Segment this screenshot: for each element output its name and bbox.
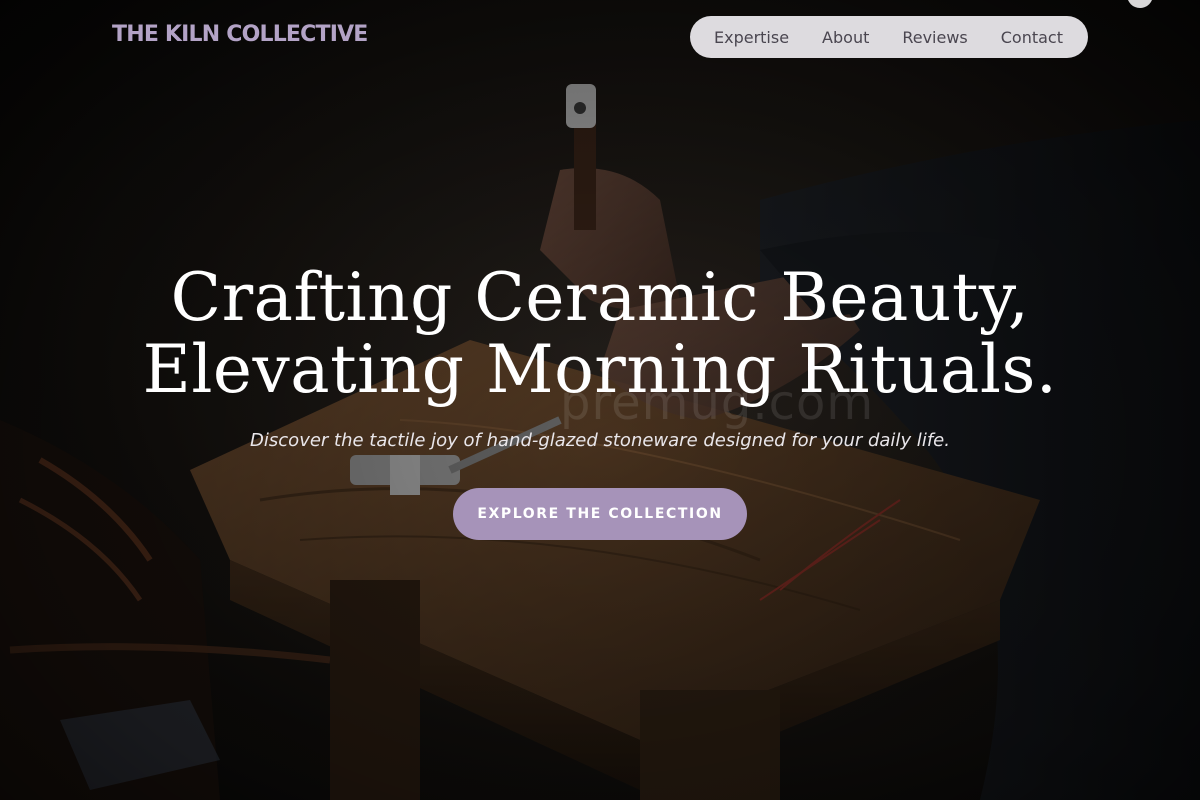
explore-collection-button[interactable]: EXPLORE THE COLLECTION xyxy=(453,488,747,540)
watermark-text: premug.com xyxy=(560,375,875,431)
nav-item-contact[interactable]: Contact xyxy=(1001,28,1063,47)
hero-headline-line1: Crafting Ceramic Beauty, xyxy=(170,259,1030,336)
brand-logo[interactable]: THE KILN COLLECTIVE xyxy=(112,22,368,47)
nav-item-reviews[interactable]: Reviews xyxy=(902,28,967,47)
nav-item-expertise[interactable]: Expertise xyxy=(714,28,789,47)
main-nav: Expertise About Reviews Contact xyxy=(690,16,1088,58)
nav-item-about[interactable]: About xyxy=(822,28,869,47)
hero-subheadline: Discover the tactile joy of hand-glazed … xyxy=(250,430,950,451)
